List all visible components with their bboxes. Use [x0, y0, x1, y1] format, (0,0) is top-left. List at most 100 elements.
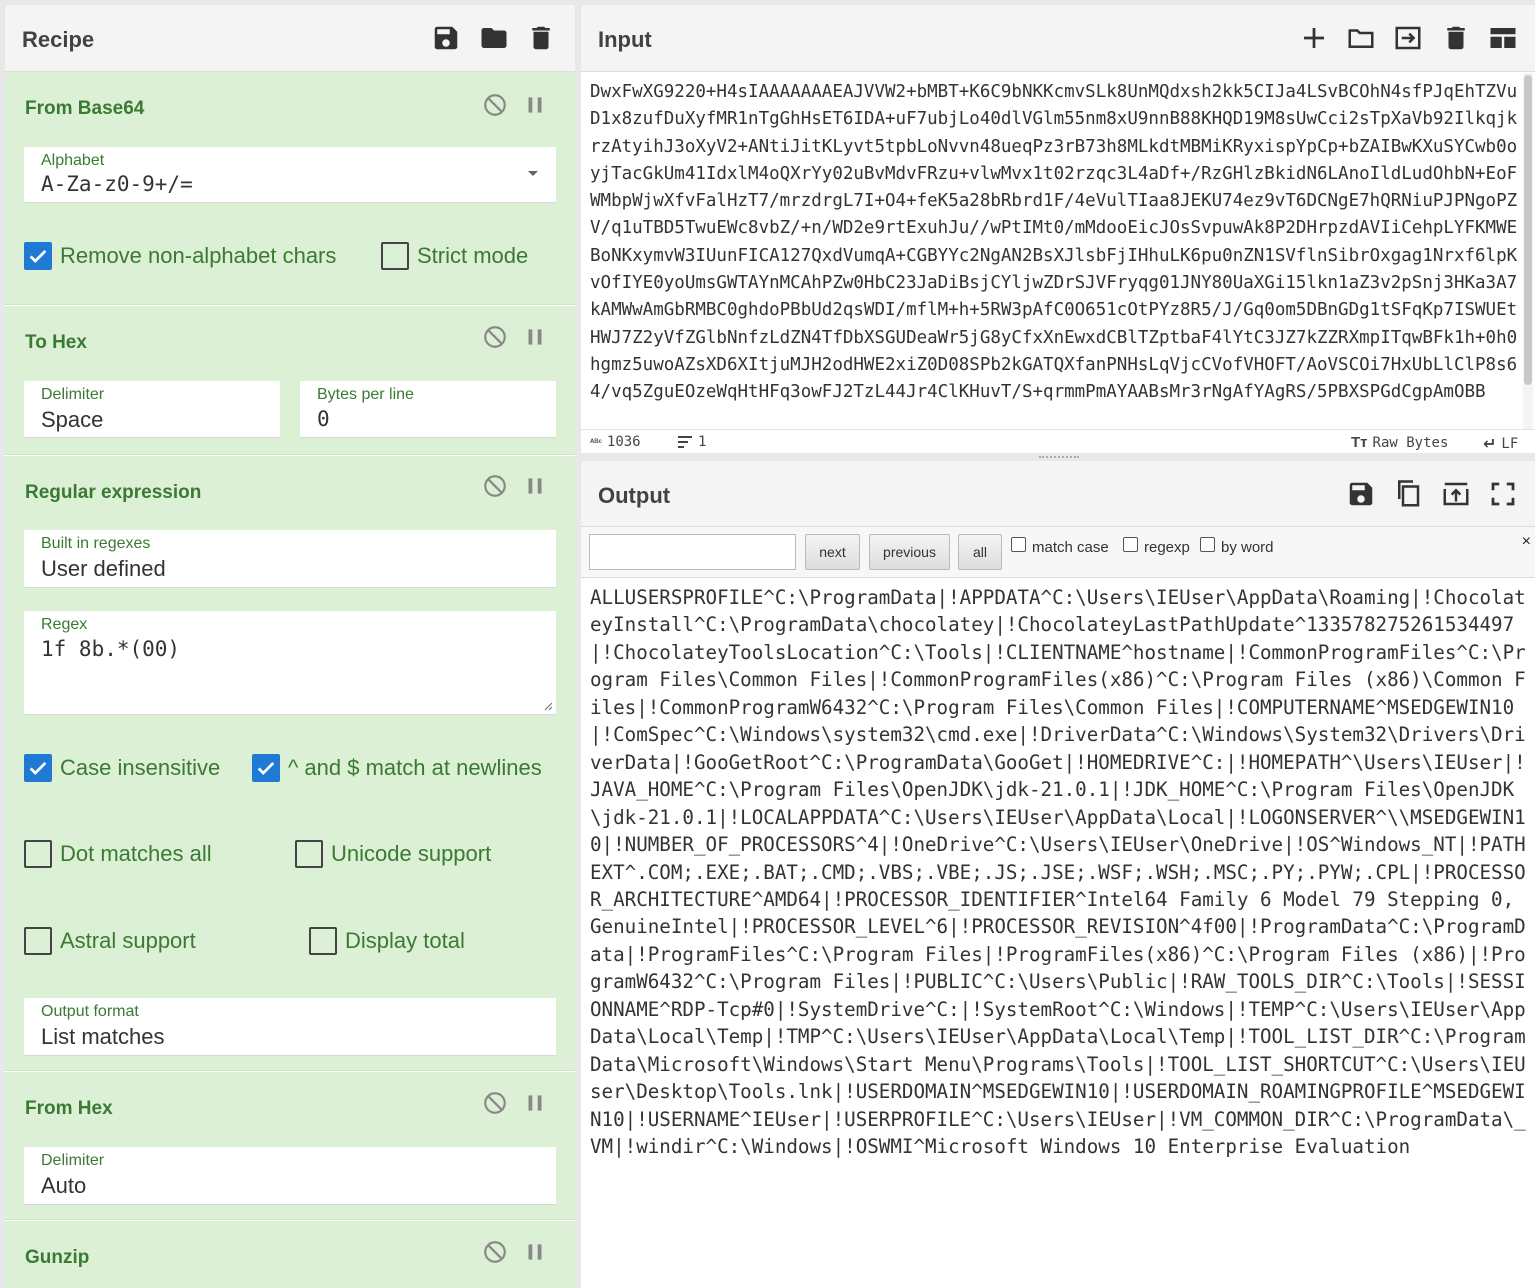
disable-icon[interactable]	[482, 473, 508, 499]
op-from-hex[interactable]: From Hex Delimiter Auto	[5, 1072, 575, 1220]
astral-support-checkbox[interactable]: Astral support	[24, 927, 196, 955]
folder-icon[interactable]	[479, 23, 509, 53]
save-icon[interactable]	[1346, 479, 1376, 509]
checkbox-empty-icon	[1011, 537, 1026, 552]
all-button[interactable]: all	[958, 534, 1002, 570]
op-title: Gunzip	[25, 1247, 90, 1268]
search-bar: next previous all match case regexp by w…	[581, 527, 1535, 578]
breakpoint-icon[interactable]	[522, 1239, 548, 1265]
recipe-header: Recipe	[5, 5, 575, 72]
breakpoint-icon[interactable]	[522, 473, 548, 499]
builtin-regexes-label: Built in regexes	[41, 535, 151, 552]
checkbox-checked-icon	[24, 242, 52, 270]
disable-icon[interactable]	[482, 92, 508, 118]
eol-selector[interactable]: ↵ LF	[1483, 434, 1518, 453]
close-icon[interactable]: ×	[1522, 533, 1531, 551]
encoding-selector[interactable]: Tт Raw Bytes	[1351, 434, 1448, 451]
builtin-regexes-select[interactable]: Built in regexes User defined	[24, 530, 556, 588]
dot-matches-all-label: Dot matches all	[60, 841, 212, 866]
alphabet-select[interactable]: Alphabet A-Za-z0-9+/=	[24, 147, 556, 203]
multiline-label: ^ and $ match at newlines	[288, 755, 542, 780]
regex-textarea[interactable]: Regex 1f 8b.*(00)	[24, 611, 556, 715]
input-title: Input	[598, 27, 652, 52]
alphabet-value: A-Za-z0-9+/=	[41, 172, 193, 196]
op-regular-expression[interactable]: Regular expression Built in regexes User…	[5, 456, 575, 1071]
by-word-checkbox[interactable]: by word	[1200, 537, 1274, 556]
input-status-bar: ᴬᴮᶜ 1036 1 Tт Raw Bytes ↵ LF	[581, 429, 1535, 453]
output-text[interactable]: ALLUSERSPROFILE^C:\ProgramData|!APPDATA^…	[590, 584, 1532, 1284]
disable-icon[interactable]	[482, 1239, 508, 1265]
disable-icon[interactable]	[482, 1090, 508, 1116]
input-scrollbar[interactable]	[1523, 73, 1533, 429]
horizontal-splitter[interactable]	[581, 453, 1535, 461]
display-total-checkbox[interactable]: Display total	[309, 927, 465, 955]
op-title: From Base64	[25, 98, 145, 119]
checkbox-empty-icon	[24, 927, 52, 955]
line-count: 1	[677, 434, 706, 450]
delimiter-value: Auto	[41, 1173, 87, 1198]
checkbox-empty-icon	[1200, 537, 1215, 552]
output-format-label: Output format	[41, 1003, 139, 1020]
regexp-checkbox[interactable]: regexp	[1123, 537, 1190, 556]
delimiter-label: Delimiter	[41, 1152, 105, 1169]
multiline-checkbox[interactable]: ^ and $ match at newlines	[252, 754, 542, 782]
op-from-base64[interactable]: From Base64 Alphabet A-Za-z0-9+/= Remove…	[5, 72, 575, 305]
encoding-value: Raw Bytes	[1372, 434, 1449, 451]
bytes-per-line-input[interactable]: Bytes per line 0	[300, 381, 556, 438]
char-count: ᴬᴮᶜ 1036	[590, 434, 641, 450]
regex-label: Regex	[41, 616, 88, 633]
delimiter-select[interactable]: Delimiter Space	[24, 381, 280, 438]
disable-icon[interactable]	[482, 324, 508, 350]
checkbox-checked-icon	[24, 754, 52, 782]
dot-matches-all-checkbox[interactable]: Dot matches all	[24, 840, 212, 868]
scrollbar-thumb[interactable]	[1524, 75, 1532, 385]
splitter-grip[interactable]	[1039, 456, 1079, 458]
bytes-per-line-label: Bytes per line	[317, 386, 414, 403]
regex-value: 1f 8b.*(00)	[41, 637, 181, 661]
output-format-select[interactable]: Output format List matches	[24, 998, 556, 1056]
builtin-regexes-value: User defined	[41, 556, 166, 581]
match-case-checkbox[interactable]: match case	[1011, 537, 1109, 556]
op-to-hex[interactable]: To Hex Delimiter Space Bytes per line 0	[5, 306, 575, 455]
case-insensitive-checkbox[interactable]: Case insensitive	[24, 754, 220, 782]
next-button[interactable]: next	[805, 534, 860, 570]
breakpoint-icon[interactable]	[522, 324, 548, 350]
trash-icon[interactable]	[1441, 23, 1471, 53]
breakpoint-icon[interactable]	[522, 92, 548, 118]
open-folder-icon[interactable]	[1346, 23, 1376, 53]
abc-icon: ᴬᴮᶜ	[590, 437, 602, 447]
chevron-down-icon	[528, 171, 538, 176]
search-input[interactable]	[589, 534, 796, 570]
checkbox-empty-icon	[381, 242, 409, 270]
remove-nonalpha-checkbox[interactable]: Remove non-alphabet chars	[24, 242, 336, 270]
breakpoint-icon[interactable]	[522, 1090, 548, 1116]
layout-icon[interactable]	[1488, 23, 1518, 53]
bytes-per-line-value: 0	[317, 407, 330, 431]
resize-handle-icon[interactable]	[544, 702, 553, 711]
delimiter-label: Delimiter	[41, 386, 105, 403]
fullscreen-icon[interactable]	[1488, 479, 1518, 509]
output-header: Output	[581, 461, 1535, 527]
remove-nonalpha-label: Remove non-alphabet chars	[60, 243, 337, 268]
strict-mode-checkbox[interactable]: Strict mode	[381, 242, 528, 270]
delimiter-select[interactable]: Delimiter Auto	[24, 1147, 556, 1205]
input-file-icon[interactable]	[1393, 23, 1423, 53]
return-icon: ↵	[1483, 436, 1497, 453]
unicode-support-checkbox[interactable]: Unicode support	[295, 840, 491, 868]
previous-button[interactable]: previous	[869, 534, 950, 570]
save-icon[interactable]	[431, 23, 461, 53]
recipe-title: Recipe	[22, 27, 95, 52]
display-total-label: Display total	[345, 928, 465, 953]
lines-icon	[678, 436, 692, 448]
input-textarea[interactable]: DwxFwXG9220+H4sIAAAAAAAEAJVVW2+bMBT+K6C9…	[590, 79, 1520, 429]
add-icon[interactable]	[1299, 23, 1329, 53]
strict-mode-label: Strict mode	[417, 243, 529, 268]
replace-input-icon[interactable]	[1441, 479, 1471, 509]
copy-icon[interactable]	[1393, 479, 1423, 509]
input-header: Input	[581, 5, 1535, 72]
trash-icon[interactable]	[526, 23, 556, 53]
astral-support-label: Astral support	[60, 928, 196, 953]
case-insensitive-label: Case insensitive	[60, 755, 221, 780]
delimiter-value: Space	[41, 407, 104, 432]
op-gunzip[interactable]: Gunzip	[5, 1221, 575, 1288]
